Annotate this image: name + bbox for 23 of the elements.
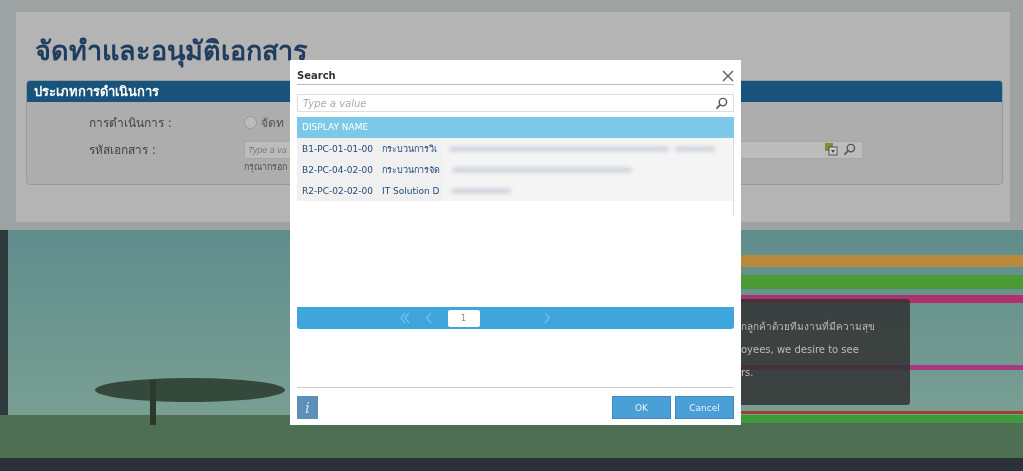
search-icon[interactable] [843, 143, 856, 156]
search-field[interactable]: Type a value [297, 94, 734, 112]
table-row[interactable]: R2-PC-02-02-00 IT Solution D [297, 180, 733, 201]
caption-text: oyees, we desire to see [741, 343, 860, 357]
dialog-button[interactable]: Cancel [675, 396, 734, 419]
dialog-button[interactable]: OK [612, 396, 671, 419]
caption-text: กลูกค้าด้วยทีมงานที่มีความสุข [741, 318, 876, 335]
info-button[interactable]: i [297, 396, 318, 419]
field-label: รหัสเอกสาร : [89, 142, 157, 159]
folder-dropdown-icon[interactable] [825, 143, 838, 156]
table-row[interactable]: B2-PC-04-02-00 กระบวนการจัด [297, 159, 733, 180]
hint-text: กรุณากรอก [244, 161, 287, 174]
page-number-field[interactable]: 1 [447, 309, 480, 327]
radio-label: จัดท [261, 114, 284, 132]
search-icon[interactable] [715, 96, 728, 110]
field-label: การดำเนินการ : [89, 114, 173, 132]
page-title: จัดทำและอนุมัติเอกสาร [35, 34, 309, 68]
close-icon[interactable] [722, 67, 734, 84]
dialog-title: Search [297, 70, 336, 81]
radio-button[interactable] [244, 115, 257, 129]
table-row[interactable]: B1-PC-01-01-00 กระบวนการวิเ [297, 138, 733, 159]
caption-text: rs. [741, 366, 755, 380]
column-header: DISPLAY NAME [297, 117, 734, 138]
